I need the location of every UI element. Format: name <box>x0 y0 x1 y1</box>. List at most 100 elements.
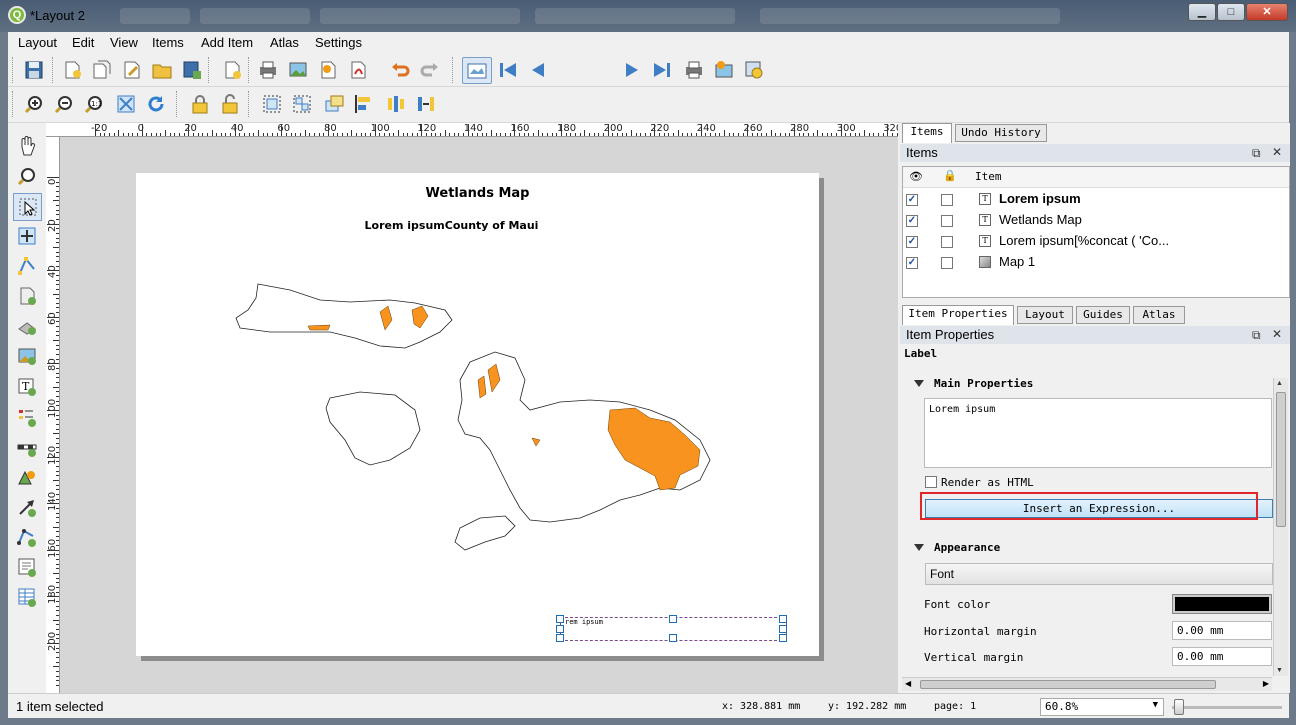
print-atlas-icon[interactable] <box>682 58 706 82</box>
visible-checkbox[interactable] <box>906 236 918 248</box>
menu-add-item[interactable]: Add Item <box>201 35 253 50</box>
collapse-triangle-icon[interactable] <box>914 544 924 551</box>
add-label-icon[interactable]: T <box>15 375 39 399</box>
menu-atlas[interactable]: Atlas <box>270 35 299 50</box>
align-items-icon[interactable] <box>352 92 376 116</box>
export-svg-icon[interactable] <box>316 58 340 82</box>
edit-nodes-icon[interactable] <box>15 254 39 278</box>
add-node-item-icon[interactable] <box>15 525 39 549</box>
zoom-actual-icon[interactable]: 1:1 <box>82 92 106 116</box>
lock-items-icon[interactable] <box>188 92 212 116</box>
next-feature-icon[interactable] <box>620 58 644 82</box>
atlas-preview-icon[interactable] <box>462 57 492 84</box>
menu-items[interactable]: Items <box>152 35 184 50</box>
menu-edit[interactable]: Edit <box>72 35 94 50</box>
export-image-icon[interactable] <box>286 58 310 82</box>
raise-items-icon[interactable] <box>322 92 346 116</box>
resize-handle[interactable] <box>556 634 564 642</box>
first-feature-icon[interactable] <box>496 58 520 82</box>
collapse-triangle-icon[interactable] <box>914 380 924 387</box>
lock-checkbox[interactable] <box>941 257 953 269</box>
ungroup-items-icon[interactable] <box>290 92 314 116</box>
add-arrow-icon[interactable] <box>15 495 39 519</box>
font-button[interactable]: Font <box>925 563 1273 585</box>
add-picture-icon[interactable] <box>15 344 39 368</box>
float-icon[interactable]: ⧉ <box>1252 146 1261 161</box>
zoom-slider-thumb[interactable] <box>1174 699 1184 715</box>
duplicate-layout-icon[interactable] <box>90 58 114 82</box>
add-map-icon[interactable] <box>15 284 39 308</box>
minimize-button[interactable]: ▁ <box>1188 3 1216 21</box>
item-row[interactable]: T Lorem ipsum <box>903 189 1289 210</box>
item-row[interactable]: Map 1 <box>903 252 1289 273</box>
close-window-button[interactable]: ✕ <box>1246 3 1288 21</box>
visible-checkbox[interactable] <box>906 215 918 227</box>
menu-settings[interactable]: Settings <box>315 35 362 50</box>
open-template-icon[interactable] <box>150 58 174 82</box>
layout-manager-icon[interactable] <box>120 58 144 82</box>
zoom-full-icon[interactable] <box>114 92 138 116</box>
group-items-icon[interactable] <box>260 92 284 116</box>
pan-icon[interactable] <box>15 134 39 158</box>
resize-items-icon[interactable] <box>414 92 438 116</box>
add-attribute-table-icon[interactable] <box>15 585 39 609</box>
add-pages-icon[interactable] <box>220 58 244 82</box>
resize-handle[interactable] <box>669 615 677 623</box>
resize-handle[interactable] <box>556 615 564 623</box>
tab-items[interactable]: Items <box>902 123 952 143</box>
resize-handle[interactable] <box>556 625 564 633</box>
export-pdf-icon[interactable] <box>346 58 370 82</box>
map-item[interactable] <box>230 270 730 560</box>
tab-item-properties[interactable]: Item Properties <box>902 305 1014 325</box>
zoom-slider-track[interactable] <box>1172 706 1282 709</box>
tab-layout[interactable]: Layout <box>1017 306 1073 324</box>
zoom-in-icon[interactable] <box>22 92 46 116</box>
properties-vscrollbar[interactable]: ▲ ▼ <box>1273 378 1288 676</box>
close-icon[interactable]: ✕ <box>1272 327 1282 341</box>
main-properties-group[interactable]: Main Properties <box>934 377 1033 390</box>
export-atlas-image-icon[interactable] <box>712 58 736 82</box>
undo-icon[interactable] <box>388 58 412 82</box>
resize-handle[interactable] <box>779 634 787 642</box>
add-shape-icon[interactable] <box>15 465 39 489</box>
float-icon[interactable]: ⧉ <box>1252 328 1261 343</box>
visible-checkbox[interactable] <box>906 194 918 206</box>
add-html-icon[interactable] <box>15 555 39 579</box>
map-subtitle-label[interactable]: Lorem ipsumCounty of Maui <box>136 219 819 232</box>
print-icon[interactable] <box>256 58 280 82</box>
item-row[interactable]: T Wetlands Map <box>903 210 1289 231</box>
close-icon[interactable]: ✕ <box>1272 145 1282 159</box>
vertical-margin-input[interactable]: 0.00 mm <box>1172 647 1272 666</box>
properties-hscrollbar[interactable]: ◀ ▶ <box>902 677 1272 691</box>
last-feature-icon[interactable] <box>650 58 674 82</box>
select-move-icon[interactable] <box>13 193 42 221</box>
scroll-right-icon[interactable]: ▶ <box>1263 679 1269 688</box>
zoom-tool-icon[interactable] <box>15 164 39 188</box>
font-color-button[interactable] <box>1172 594 1272 614</box>
render-html-checkbox[interactable] <box>925 476 937 488</box>
atlas-settings-icon[interactable] <box>742 58 766 82</box>
save-icon[interactable] <box>22 58 46 82</box>
maximize-button[interactable]: □ <box>1217 3 1245 21</box>
lock-checkbox[interactable] <box>941 194 953 206</box>
horizontal-margin-input[interactable]: 0.00 mm <box>1172 621 1272 640</box>
save-template-icon[interactable] <box>180 58 204 82</box>
lock-checkbox[interactable] <box>941 215 953 227</box>
item-row[interactable]: T Lorem ipsum[%concat ( 'Co... <box>903 231 1289 252</box>
lock-checkbox[interactable] <box>941 236 953 248</box>
zoom-out-icon[interactable] <box>52 92 76 116</box>
map-title-label[interactable]: Wetlands Map <box>136 186 819 201</box>
scroll-up-icon[interactable]: ▲ <box>1276 380 1283 387</box>
tab-atlas[interactable]: Atlas <box>1133 306 1185 324</box>
menu-view[interactable]: View <box>110 35 138 50</box>
add-3d-map-icon[interactable] <box>15 314 39 338</box>
resize-handle[interactable] <box>779 625 787 633</box>
scroll-thumb[interactable] <box>1276 392 1286 527</box>
resize-handle[interactable] <box>779 615 787 623</box>
previous-feature-icon[interactable] <box>526 58 550 82</box>
resize-handle[interactable] <box>669 634 677 642</box>
visible-checkbox[interactable] <box>906 257 918 269</box>
tab-guides[interactable]: Guides <box>1076 306 1130 324</box>
label-text-area[interactable]: Lorem ipsum <box>924 398 1272 468</box>
scroll-down-icon[interactable]: ▼ <box>1276 667 1283 674</box>
